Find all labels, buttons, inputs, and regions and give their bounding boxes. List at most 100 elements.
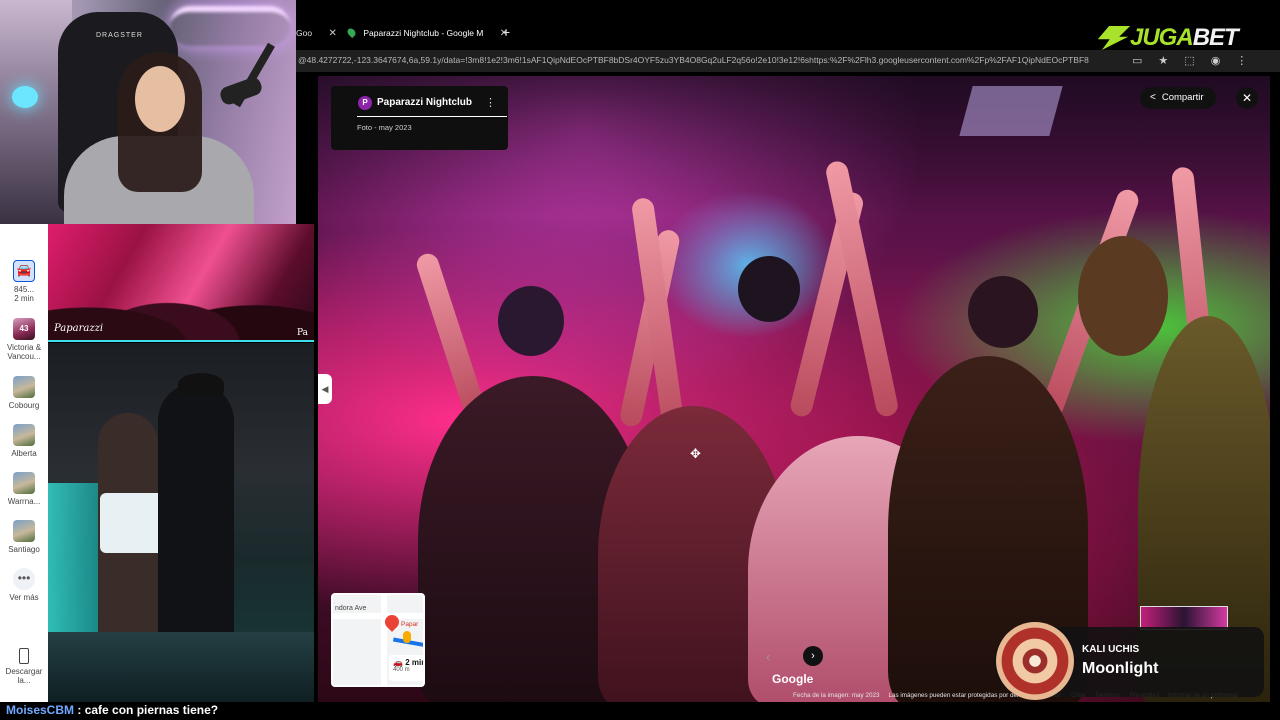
sidebar-item-label: Victoria & <box>6 343 42 352</box>
club-floor-video <box>48 343 314 702</box>
man-cap <box>178 373 224 395</box>
move-cursor-icon: ✥ <box>690 446 701 461</box>
maps-pin-icon <box>345 26 358 39</box>
dancer-head <box>738 256 800 322</box>
sidebar-item-santiago[interactable]: Santiago <box>0 520 48 554</box>
place-name[interactable]: Paparazzi Nightclub <box>377 96 472 110</box>
jugabet-logo: JUGA BET <box>1096 24 1239 52</box>
sidebar-item-warrna[interactable]: Warrna... <box>0 472 48 506</box>
google-watermark: Google <box>772 672 814 686</box>
title-underline <box>357 116 507 117</box>
url-text[interactable]: @48.4272722,-123.3647674,6a,59.1y/data=!… <box>298 55 1126 65</box>
nightclub-video-clip: Paparazzi Pa <box>48 224 314 342</box>
cast-icon[interactable]: ▭ <box>1132 54 1142 67</box>
sidebar-item-label: Alberta <box>11 449 37 458</box>
collapse-panel-button[interactable]: ◀ <box>318 374 332 404</box>
video-divider <box>48 340 314 342</box>
now-playing-widget: KALI UCHIS Moonlight <box>994 622 1264 700</box>
dancer-head <box>968 276 1038 348</box>
place-thumbnail-icon: 43 <box>13 318 35 340</box>
address-bar[interactable]: @48.4272722,-123.3647674,6a,59.1y/data=!… <box>296 50 1280 72</box>
sidebar-item-label: Descargar <box>5 667 43 676</box>
next-photo-button[interactable]: › <box>803 646 823 666</box>
sidebar-item-more[interactable]: ••• Ver más <box>0 568 48 602</box>
drive-time: 2 min <box>405 658 425 667</box>
webcam-overlay: DRAGSTER <box>0 0 296 224</box>
streamer-face <box>135 66 185 132</box>
sidebar-item-label: 845... <box>13 285 34 294</box>
extensions-icon[interactable]: ⬚ <box>1184 54 1194 67</box>
neon-light <box>170 6 290 46</box>
logo-bet-text: BET <box>1192 24 1239 51</box>
address-bar-actions: ▭ ★ ⬚ ◉ ⋮ <box>1132 54 1247 67</box>
street-label: ndora Ave <box>335 605 367 612</box>
pegman-icon[interactable] <box>403 631 411 643</box>
chair-logo: DRAGSTER <box>96 32 143 39</box>
map-road <box>333 613 423 619</box>
new-tab-button[interactable]: + <box>502 25 510 39</box>
kebab-menu-icon[interactable]: ⋮ <box>485 96 496 110</box>
sidebar-item-sub: Vancou... <box>7 352 41 361</box>
photo-date: Foto - may 2023 <box>357 123 412 132</box>
sidebar-item-route[interactable]: 🚘 845... 2 min <box>0 260 48 303</box>
sidebar-item-label: Warrna... <box>7 497 41 506</box>
chat-username: MoisesCBM <box>6 703 75 717</box>
chat-text: cafe con piernas tiene? <box>84 703 219 717</box>
share-label: Compartir <box>1161 92 1204 103</box>
browser-menu-icon[interactable]: ⋮ <box>1236 54 1247 67</box>
dancer-head <box>1078 236 1168 356</box>
desk-lamp <box>12 86 38 108</box>
car-icon: 🚘 <box>13 260 35 282</box>
place-title-card: P Paparazzi Nightclub ⋮ Foto - may 2023 <box>331 86 508 150</box>
share-button[interactable]: < Compartir <box>1140 87 1216 109</box>
album-art <box>996 622 1074 700</box>
sidebar-item-label: Ver más <box>9 593 39 602</box>
minimap[interactable]: ndora Ave Papar 🚗 2 min 400 m <box>331 593 425 687</box>
place-thumbnail-icon <box>13 520 35 542</box>
previous-photo-button[interactable]: ‹ <box>766 650 770 664</box>
browser-tab-google[interactable]: Goo ✕ <box>296 24 337 42</box>
bolt-icon <box>1096 26 1130 50</box>
directions-chip[interactable]: 🚗 2 min 400 m <box>389 655 425 681</box>
sidebar-item-label: Cobourg <box>8 401 40 410</box>
drive-distance: 400 m <box>393 667 410 673</box>
maps-sidebar: 🚘 845... 2 min 43 Victoria & Vancou... C… <box>0 224 48 702</box>
dance-floor <box>48 632 314 702</box>
tab-title: Goo <box>296 28 313 38</box>
place-avatar: P <box>358 96 372 110</box>
raised-arm <box>414 250 488 420</box>
map-road <box>381 595 387 685</box>
sidebar-item-label: Santiago <box>8 545 40 554</box>
now-playing-song: Moonlight <box>1082 660 1159 677</box>
video-watermark-logo: Paparazzi <box>54 323 104 334</box>
bookmark-star-icon[interactable]: ★ <box>1158 54 1168 67</box>
street-photo-viewer[interactable] <box>318 76 1270 702</box>
image-date: Fecha de la imagen: may 2023 <box>793 692 880 699</box>
place-thumbnail-icon <box>13 424 35 446</box>
close-viewer-button[interactable]: ✕ <box>1236 87 1258 109</box>
sidebar-item-alberta[interactable]: Alberta <box>0 424 48 458</box>
chat-message: MoisesCBM : cafe con piernas tiene? <box>0 702 1280 720</box>
place-thumbnail-icon <box>13 472 35 494</box>
sidebar-item-sub: 2 min <box>14 294 34 303</box>
share-icon: < <box>1150 92 1156 103</box>
video-watermark-corner: Pa <box>296 328 308 338</box>
sidebar-item-download[interactable]: Descargar la... <box>0 648 48 685</box>
phone-icon <box>19 648 29 664</box>
map-place-label: Papar <box>401 621 419 628</box>
stream-screen: DRAGSTER 🚘 845... 2 min 43 Victoria & Va… <box>0 0 1280 720</box>
more-dots-icon: ••• <box>13 568 35 590</box>
close-tab-icon[interactable]: ✕ <box>328 28 336 39</box>
now-playing-artist: KALI UCHIS <box>1082 644 1140 655</box>
browser-tab-paparazzi[interactable]: Paparazzi Nightclub - Google M ✕ <box>345 24 508 42</box>
sidebar-item-cobourg[interactable]: Cobourg <box>0 376 48 410</box>
sidebar-item-sub: la... <box>17 676 31 685</box>
tab-title: Paparazzi Nightclub - Google M <box>363 28 484 38</box>
chat-separator: : <box>77 703 82 717</box>
profile-icon[interactable]: ◉ <box>1211 54 1221 67</box>
ceiling-light-panel <box>959 86 1063 136</box>
logo-juga-text: JUGA <box>1130 24 1194 51</box>
sidebar-item-victoria[interactable]: 43 Victoria & Vancou... <box>0 318 48 361</box>
dancer-head <box>498 286 564 356</box>
car-icon: 🚗 <box>393 658 403 667</box>
